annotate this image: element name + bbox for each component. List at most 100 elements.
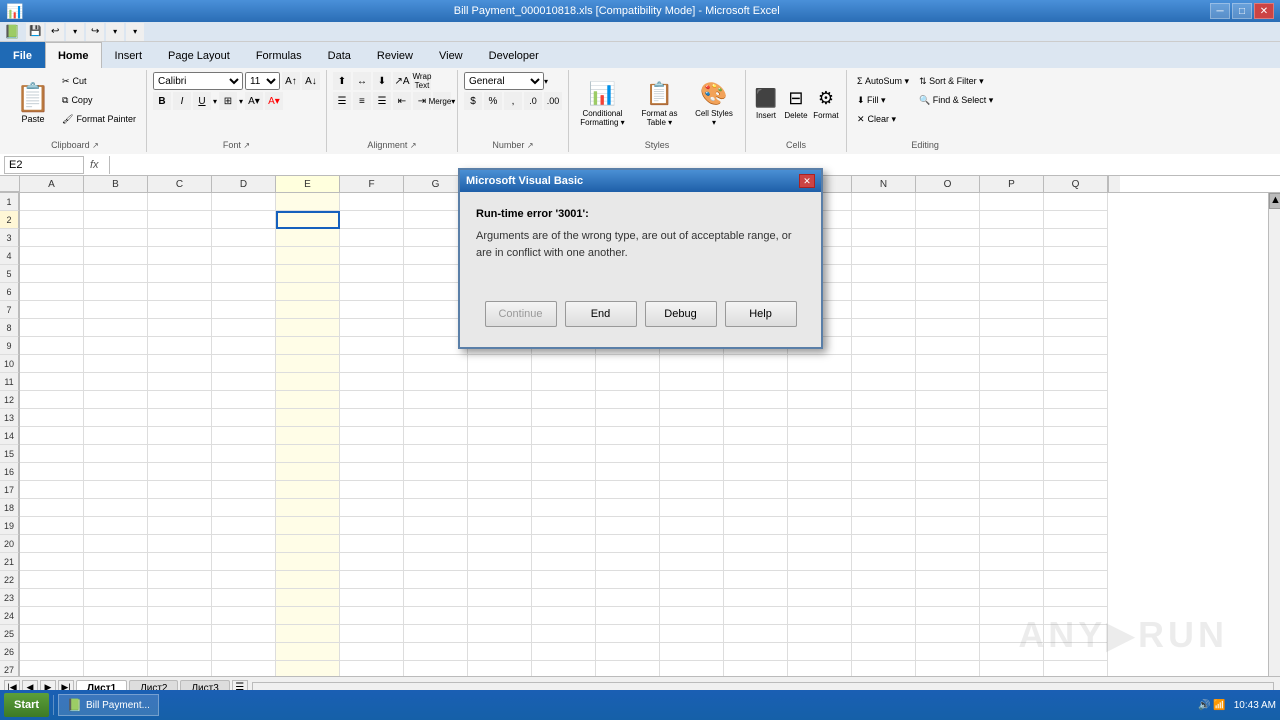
cell-row27-col4[interactable] — [276, 661, 340, 676]
cell-row27-col9[interactable] — [596, 661, 660, 676]
cell-row19-col1[interactable] — [84, 517, 148, 535]
cell-row7-col16[interactable] — [1044, 301, 1108, 319]
cell-row10-col11[interactable] — [724, 355, 788, 373]
cell-row12-col15[interactable] — [980, 391, 1044, 409]
cell-row24-col10[interactable] — [660, 607, 724, 625]
cell-row20-col8[interactable] — [532, 535, 596, 553]
cell-row20-col16[interactable] — [1044, 535, 1108, 553]
cell-row18-col10[interactable] — [660, 499, 724, 517]
cell-row21-col13[interactable] — [852, 553, 916, 571]
cell-row19-col16[interactable] — [1044, 517, 1108, 535]
cell-row13-col1[interactable] — [84, 409, 148, 427]
cell-row26-col4[interactable] — [276, 643, 340, 661]
cell-row21-col14[interactable] — [916, 553, 980, 571]
cell-row26-col12[interactable] — [788, 643, 852, 661]
decrease-decimal-button[interactable]: .0 — [524, 92, 542, 110]
cell-row13-col12[interactable] — [788, 409, 852, 427]
cell-row11-col9[interactable] — [596, 373, 660, 391]
cell-row22-col1[interactable] — [84, 571, 148, 589]
font-size-select[interactable]: 11 — [245, 72, 280, 90]
tab-file[interactable]: File — [0, 42, 45, 68]
col-header-O[interactable]: O — [916, 176, 980, 192]
cell-row15-col16[interactable] — [1044, 445, 1108, 463]
cell-row8-col4[interactable] — [276, 319, 340, 337]
cell-row27-col15[interactable] — [980, 661, 1044, 676]
cell-row23-col9[interactable] — [596, 589, 660, 607]
cell-row16-col2[interactable] — [148, 463, 212, 481]
cell-row18-col4[interactable] — [276, 499, 340, 517]
cell-row19-col0[interactable] — [20, 517, 84, 535]
cell-row23-col11[interactable] — [724, 589, 788, 607]
cell-row14-col8[interactable] — [532, 427, 596, 445]
cell-row19-col3[interactable] — [212, 517, 276, 535]
cell-row11-col7[interactable] — [468, 373, 532, 391]
cell-row14-col16[interactable] — [1044, 427, 1108, 445]
cell-row23-col7[interactable] — [468, 589, 532, 607]
cell-row26-col10[interactable] — [660, 643, 724, 661]
cell-row10-col9[interactable] — [596, 355, 660, 373]
tab-developer[interactable]: Developer — [476, 42, 552, 68]
cell-row3-col3[interactable] — [212, 229, 276, 247]
cell-row10-col7[interactable] — [468, 355, 532, 373]
cell-row17-col7[interactable] — [468, 481, 532, 499]
increase-decimal-button[interactable]: .00 — [544, 92, 562, 110]
cell-row5-col3[interactable] — [212, 265, 276, 283]
cell-row13-col0[interactable] — [20, 409, 84, 427]
format-cells-button[interactable]: ⚙ Format — [812, 72, 840, 132]
cell-row8-col3[interactable] — [212, 319, 276, 337]
cell-row16-col3[interactable] — [212, 463, 276, 481]
cell-row22-col7[interactable] — [468, 571, 532, 589]
col-header-F[interactable]: F — [340, 176, 404, 192]
start-button[interactable]: Start — [4, 693, 49, 717]
cell-row19-col2[interactable] — [148, 517, 212, 535]
cell-row24-col4[interactable] — [276, 607, 340, 625]
cell-row23-col2[interactable] — [148, 589, 212, 607]
cell-row23-col16[interactable] — [1044, 589, 1108, 607]
col-header-P[interactable]: P — [980, 176, 1044, 192]
cell-row11-col3[interactable] — [212, 373, 276, 391]
cell-row13-col10[interactable] — [660, 409, 724, 427]
cell-row26-col9[interactable] — [596, 643, 660, 661]
cell-row3-col15[interactable] — [980, 229, 1044, 247]
cell-row24-col12[interactable] — [788, 607, 852, 625]
cell-row16-col9[interactable] — [596, 463, 660, 481]
cell-row7-col0[interactable] — [20, 301, 84, 319]
cell-row22-col10[interactable] — [660, 571, 724, 589]
cell-row13-col14[interactable] — [916, 409, 980, 427]
cell-row25-col13[interactable] — [852, 625, 916, 643]
customize-qa[interactable]: ▾ — [126, 23, 144, 41]
cell-row16-col4[interactable] — [276, 463, 340, 481]
cell-row22-col11[interactable] — [724, 571, 788, 589]
cell-row16-col16[interactable] — [1044, 463, 1108, 481]
cell-row14-col2[interactable] — [148, 427, 212, 445]
cell-row3-col1[interactable] — [84, 229, 148, 247]
cell-row10-col6[interactable] — [404, 355, 468, 373]
cell-row13-col6[interactable] — [404, 409, 468, 427]
percent-button[interactable]: % — [484, 92, 502, 110]
cell-row21-col7[interactable] — [468, 553, 532, 571]
cell-Q2[interactable] — [1044, 211, 1108, 229]
cell-row13-col8[interactable] — [532, 409, 596, 427]
cell-row6-col0[interactable] — [20, 283, 84, 301]
format-as-table-button[interactable]: 📋 Format as Table ▾ — [632, 72, 687, 132]
cell-row22-col14[interactable] — [916, 571, 980, 589]
cell-row12-col4[interactable] — [276, 391, 340, 409]
cell-row15-col1[interactable] — [84, 445, 148, 463]
cell-row11-col8[interactable] — [532, 373, 596, 391]
cell-row6-col2[interactable] — [148, 283, 212, 301]
cell-row3-col13[interactable] — [852, 229, 916, 247]
cell-row25-col5[interactable] — [340, 625, 404, 643]
copy-button[interactable]: ⧉ Copy — [58, 91, 140, 109]
cell-row11-col16[interactable] — [1044, 373, 1108, 391]
cell-row23-col14[interactable] — [916, 589, 980, 607]
cell-row5-col15[interactable] — [980, 265, 1044, 283]
tab-home[interactable]: Home — [45, 42, 102, 68]
cell-row27-col11[interactable] — [724, 661, 788, 676]
cell-row11-col12[interactable] — [788, 373, 852, 391]
cell-row24-col9[interactable] — [596, 607, 660, 625]
cell-row12-col9[interactable] — [596, 391, 660, 409]
cell-row20-col9[interactable] — [596, 535, 660, 553]
cell-row6-col5[interactable] — [340, 283, 404, 301]
clear-button[interactable]: ✕ Clear ▾ — [853, 110, 913, 128]
cell-D2[interactable] — [212, 211, 276, 229]
